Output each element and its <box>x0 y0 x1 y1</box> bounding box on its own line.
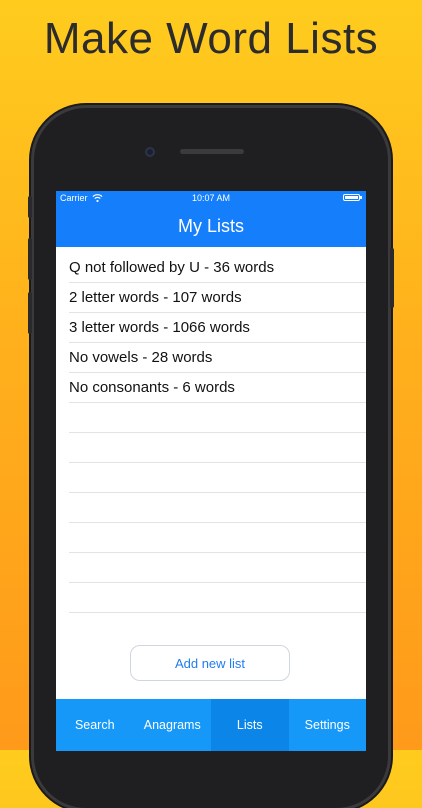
earpiece-speaker <box>180 149 244 154</box>
list-item[interactable]: 3 letter words - 1066 words <box>69 313 366 343</box>
tab-search[interactable]: Search <box>56 699 134 751</box>
tab-bar: Search Anagrams Lists Settings <box>56 699 366 751</box>
list-item-label: No vowels - 28 words <box>69 349 213 366</box>
list-item-label: 3 letter words - 1066 words <box>69 319 250 336</box>
list-item-label: 2 letter words - 107 words <box>69 289 242 306</box>
status-time: 10:07 AM <box>191 193 231 203</box>
volume-down-button <box>28 292 32 334</box>
front-camera <box>145 147 155 157</box>
headline: Make Word Lists <box>43 14 379 63</box>
power-button <box>390 248 394 308</box>
empty-row <box>69 433 366 463</box>
battery-icon <box>343 194 362 201</box>
empty-row <box>69 553 366 583</box>
empty-row <box>69 403 366 433</box>
tab-settings[interactable]: Settings <box>289 699 367 751</box>
status-bar: Carrier 10:07 AM <box>56 191 366 205</box>
volume-up-button <box>28 238 32 280</box>
empty-row <box>69 463 366 493</box>
list-item[interactable]: Q not followed by U - 36 words <box>69 247 366 283</box>
list-item[interactable]: No consonants - 6 words <box>69 373 366 403</box>
list-item-label: Q not followed by U - 36 words <box>69 259 275 276</box>
empty-row <box>69 493 366 523</box>
navigation-bar: My Lists <box>56 205 366 247</box>
empty-row <box>69 523 366 553</box>
nav-title: My Lists <box>177 215 244 236</box>
tab-lists[interactable]: Lists <box>211 699 289 751</box>
phone-frame: Carrier 10:07 AM My Lists Q not followed… <box>28 108 394 808</box>
mute-switch <box>28 196 32 218</box>
list-item-label: No consonants - 6 words <box>69 379 235 396</box>
word-lists: Q not followed by U - 36 words 2 letter … <box>56 247 366 613</box>
app-screen: Carrier 10:07 AM My Lists Q not followed… <box>56 191 366 751</box>
empty-row <box>69 583 366 613</box>
list-item[interactable]: No vowels - 28 words <box>69 343 366 373</box>
list-item[interactable]: 2 letter words - 107 words <box>69 283 366 313</box>
add-new-list-button[interactable]: Add new list <box>130 645 290 681</box>
tab-anagrams[interactable]: Anagrams <box>134 699 212 751</box>
